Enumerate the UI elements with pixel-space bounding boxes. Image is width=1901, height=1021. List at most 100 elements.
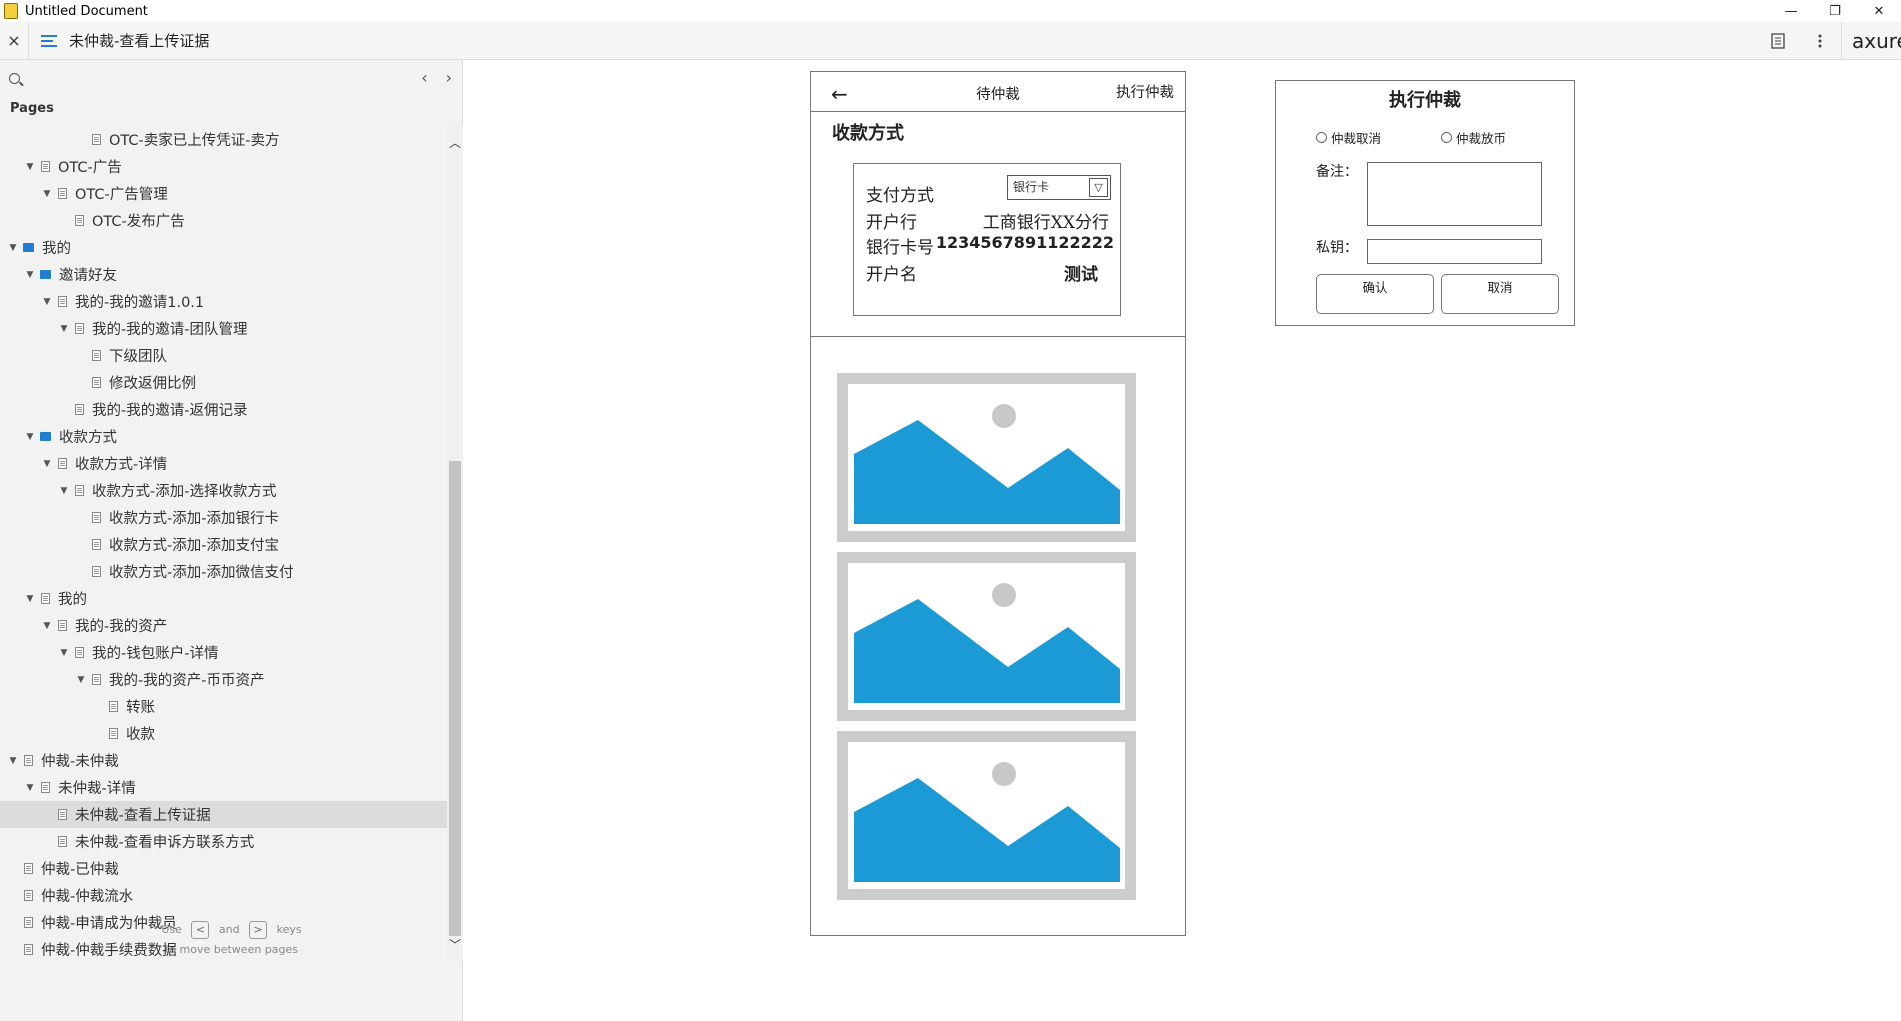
tree-item[interactable]: ▼ 收款方式	[0, 423, 447, 450]
next-page-button[interactable]: ›	[446, 68, 452, 87]
section-title: 收款方式	[832, 123, 904, 144]
more-options-icon[interactable]	[1799, 22, 1841, 60]
tree-item-label: 未仲裁-查看申诉方联系方式	[75, 835, 255, 851]
tree-item[interactable]: 收款	[0, 720, 447, 747]
page-icon	[92, 674, 101, 685]
tree-item[interactable]: 修改返佣比例	[0, 369, 447, 396]
account-name-label: 开户名	[866, 265, 917, 285]
tree-item[interactable]: ▼ OTC-广告	[0, 153, 447, 180]
tree-item-label: 仲裁-未仲裁	[41, 754, 119, 770]
page-icon	[92, 539, 101, 550]
tree-item-label: 我的-我的邀请1.0.1	[75, 295, 205, 311]
tree-item[interactable]: ▼ 收款方式-详情	[0, 450, 447, 477]
evidence-image-placeholder	[837, 552, 1136, 721]
tree-item-label: 未仲裁-查看上传证据	[75, 808, 211, 824]
tree-item[interactable]: ▼ 我的-我的资产	[0, 612, 447, 639]
tree-item[interactable]: ▼ 我的	[0, 585, 447, 612]
caret-down-icon[interactable]: ▼	[42, 621, 52, 631]
page-icon	[75, 647, 84, 658]
caret-down-icon[interactable]: ▼	[59, 648, 69, 658]
tree-item[interactable]: 仲裁-仲裁流水	[0, 882, 447, 909]
next-key-icon: >	[249, 921, 268, 939]
tree-item[interactable]: OTC-卖家已上传凭证-卖方	[0, 126, 447, 153]
caret-down-icon[interactable]: ▼	[25, 783, 35, 793]
tree-item[interactable]: 未仲裁-查看申诉方联系方式	[0, 828, 447, 855]
caret-down-icon[interactable]: ▼	[8, 756, 18, 766]
caret-down-icon[interactable]: ▼	[25, 594, 35, 604]
page-icon	[75, 215, 84, 226]
tree-item[interactable]: 未仲裁-查看上传证据	[0, 801, 447, 828]
caret-down-icon[interactable]: ▼	[25, 432, 35, 442]
caret-down-icon[interactable]: ▼	[42, 189, 52, 199]
page-tree: OTC-卖家已上传凭证-卖方 ▼ OTC-广告 ▼ OTC-广告管理 OTC-发布广告 ▼ 我…	[0, 126, 447, 963]
tree-item[interactable]: ▼ 我的-我的邀请-团队管理	[0, 315, 447, 342]
page-icon	[92, 377, 101, 388]
caret-down-icon[interactable]: ▼	[76, 675, 86, 685]
close-sidebar-button[interactable]: ×	[0, 31, 28, 50]
execute-arbitration-link[interactable]: 执行仲裁	[1116, 81, 1174, 102]
page-icon	[92, 566, 101, 577]
tree-item[interactable]: 我的-我的邀请-返佣记录	[0, 396, 447, 423]
tree-item-label: OTC-发布广告	[92, 214, 185, 230]
caret-down-icon[interactable]: ▼	[8, 243, 18, 253]
scroll-up-icon[interactable]: ︿	[449, 134, 461, 151]
tree-item[interactable]: ▼ 收款方式-添加-选择收款方式	[0, 477, 447, 504]
tree-item-label: 我的-我的资产-币币资产	[109, 673, 265, 689]
caret-down-icon[interactable]: ▼	[25, 162, 35, 172]
tree-item[interactable]: 仲裁-已仲裁	[0, 855, 447, 882]
payment-method-select[interactable]: 银行卡 ▽	[1007, 175, 1111, 200]
tree-item[interactable]: 下级团队	[0, 342, 447, 369]
caret-down-icon[interactable]: ▼	[42, 297, 52, 307]
confirm-button[interactable]: 确认	[1316, 274, 1434, 314]
radio-circle-icon[interactable]	[1316, 132, 1327, 143]
tree-item[interactable]: 收款方式-添加-添加银行卡	[0, 504, 447, 531]
bank-value: 工商银行XX分行	[982, 213, 1109, 233]
app-icon	[4, 3, 18, 19]
prev-page-button[interactable]: ‹	[421, 68, 427, 87]
page-icon	[58, 620, 67, 631]
hint-keys: keys	[276, 923, 302, 936]
tree-item[interactable]: ▼ 我的-钱包账户-详情	[0, 639, 447, 666]
radio-cancel-arbitration[interactable]: 仲裁取消	[1316, 128, 1381, 147]
prototype-canvas: ← 待仲裁 执行仲裁 收款方式 支付方式 银行卡 ▽ 开户行 工商银行XX分行 …	[464, 60, 1901, 1021]
sidebar-scrollbar[interactable]: ︿ ﹀	[447, 126, 463, 961]
tree-item[interactable]: 转账	[0, 693, 447, 720]
caret-down-icon[interactable]: ▼	[59, 486, 69, 496]
tree-item[interactable]: OTC-发布广告	[0, 207, 447, 234]
notes-icon[interactable]	[1757, 22, 1799, 60]
tree-item[interactable]: ▼ OTC-广告管理	[0, 180, 447, 207]
tree-item[interactable]: ▼ 我的	[0, 234, 447, 261]
page-icon	[24, 890, 33, 901]
cancel-button[interactable]: 取消	[1441, 274, 1559, 314]
radio-circle-icon[interactable]	[1441, 132, 1452, 143]
menu-icon[interactable]	[29, 34, 69, 47]
card-label: 银行卡号	[866, 238, 934, 258]
tree-item[interactable]: ▼ 我的-我的邀请1.0.1	[0, 288, 447, 315]
page-icon	[75, 323, 84, 334]
tree-item[interactable]: 收款方式-添加-添加支付宝	[0, 531, 447, 558]
restore-button[interactable]: ❐	[1813, 0, 1857, 22]
caret-down-icon[interactable]: ▼	[59, 324, 69, 334]
remark-textarea[interactable]	[1367, 162, 1542, 226]
page-icon	[58, 188, 67, 199]
phone-frame: ← 待仲裁 执行仲裁 收款方式 支付方式 银行卡 ▽ 开户行 工商银行XX分行 …	[810, 71, 1186, 936]
page-icon	[24, 755, 33, 766]
sidebar-search[interactable]: ‹ ›	[0, 60, 462, 96]
tree-item[interactable]: ▼ 邀请好友	[0, 261, 447, 288]
image-icon	[854, 404, 1120, 524]
chevron-down-icon: ▽	[1089, 178, 1108, 197]
folder-icon	[23, 243, 34, 252]
tree-item[interactable]: ▼ 仲裁-未仲裁	[0, 747, 447, 774]
tree-item-label: 收款方式-添加-选择收款方式	[92, 484, 277, 500]
tree-item[interactable]: ▼ 未仲裁-详情	[0, 774, 447, 801]
hint-line2: to move between pages	[164, 943, 299, 956]
radio-release-coin[interactable]: 仲裁放币	[1441, 128, 1506, 147]
tree-item[interactable]: 收款方式-添加-添加微信支付	[0, 558, 447, 585]
private-key-input[interactable]	[1367, 239, 1542, 264]
tree-item[interactable]: ▼ 我的-我的资产-币币资产	[0, 666, 447, 693]
minimize-button[interactable]: —	[1769, 0, 1813, 22]
caret-down-icon[interactable]: ▼	[42, 459, 52, 469]
window-close-button[interactable]: ✕	[1857, 0, 1901, 22]
scroll-thumb[interactable]	[449, 461, 461, 936]
caret-down-icon[interactable]: ▼	[25, 270, 35, 280]
